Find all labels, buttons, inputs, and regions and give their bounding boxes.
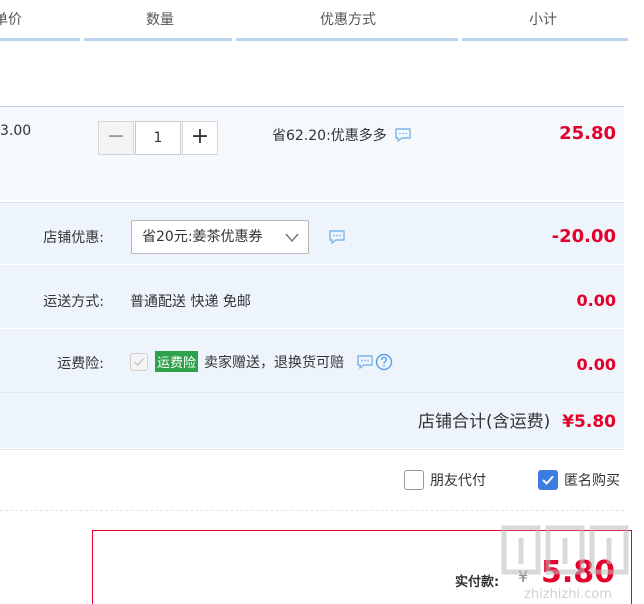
insurance-label: 运费险: <box>57 356 104 372</box>
anonymous-purchase-checkbox[interactable] <box>538 470 558 490</box>
check-icon <box>134 357 144 366</box>
friend-pay-option[interactable]: 朋友代付 <box>404 470 486 490</box>
quantity-input[interactable]: 1 <box>135 121 181 155</box>
header-discount: 优惠方式 <box>320 12 376 28</box>
header-quantity: 数量 <box>146 12 174 28</box>
header-divider <box>236 38 458 41</box>
item-subtotal: 25.80 <box>559 123 616 144</box>
promotion-text: 省62.20:优惠多多 <box>272 128 387 144</box>
header-unit-price: 单价 <box>0 12 22 28</box>
header-subtotal: 小计 <box>529 12 557 28</box>
unit-price: 3.00 <box>0 123 32 139</box>
shipping-method: 普通配送 快递 免邮 <box>130 294 251 310</box>
shop-coupon-amount: -20.00 <box>551 226 616 247</box>
anonymous-purchase-label: 匿名购买 <box>564 473 620 489</box>
insurance-checkbox[interactable] <box>130 352 148 371</box>
insurance-value: 运费险 卖家赠送，退换货可赔 <box>130 351 393 372</box>
shop-total-amount: ¥5.80 <box>562 412 616 432</box>
quantity-stepper[interactable]: − 1 + <box>98 121 218 155</box>
watermark-text: zhizhizhi.com <box>524 587 612 602</box>
shipping-row: 运送方式: 普通配送 快递 免邮 0.00 <box>0 267 624 329</box>
checkout-options: 朋友代付 匿名购买 <box>0 449 624 511</box>
help-icon[interactable] <box>375 353 393 371</box>
site-watermark: zhizhizhi.com <box>501 525 629 602</box>
insurance-tag: 运费险 <box>155 351 199 372</box>
insurance-row: 运费险: 运费险 卖家赠送，退换货可赔 0.00 <box>0 331 624 393</box>
message-icon[interactable] <box>394 127 412 143</box>
shop-total-label: 店铺合计(含运费) <box>417 412 551 432</box>
shop-total: 店铺合计(含运费) ¥5.80 <box>418 407 616 432</box>
header-divider <box>84 38 232 41</box>
friend-pay-label: 朋友代付 <box>430 473 486 489</box>
increase-quantity-button[interactable]: + <box>182 121 218 155</box>
shipping-amount: 0.00 <box>576 291 616 310</box>
decrease-quantity-button[interactable]: − <box>98 121 134 155</box>
shop-summary: 店铺优惠: 省20元:姜茶优惠券 -20.00 运送方式: 普通配送 快递 免邮… <box>0 202 624 448</box>
shop-coupon-row: 店铺优惠: 省20元:姜茶优惠券 -20.00 <box>0 203 624 265</box>
shop-coupon-label: 店铺优惠: <box>43 230 104 246</box>
anonymous-purchase-option[interactable]: 匿名购买 <box>538 470 620 490</box>
friend-pay-checkbox[interactable] <box>404 470 424 490</box>
cart-item-row: 3.00 − 1 + 省62.20:优惠多多 25.80 <box>0 106 624 200</box>
header-divider <box>0 38 80 41</box>
insurance-amount: 0.00 <box>576 355 616 374</box>
shop-coupon-selected: 省20元:姜茶优惠券 <box>142 229 263 245</box>
chevron-down-icon <box>285 233 299 243</box>
message-icon[interactable] <box>328 229 346 245</box>
check-icon <box>542 475 554 486</box>
header-divider <box>462 38 628 41</box>
message-icon[interactable] <box>356 354 374 370</box>
shop-coupon-select[interactable]: 省20元:姜茶优惠券 <box>131 220 309 254</box>
cart-table-header: 单价 数量 优惠方式 小计 <box>0 0 644 44</box>
payment-label: 实付款: <box>455 575 500 590</box>
item-promotion: 省62.20:优惠多多 <box>272 125 412 145</box>
insurance-description: 卖家赠送，退换货可赔 <box>204 354 345 371</box>
shipping-label: 运送方式: <box>43 294 104 310</box>
